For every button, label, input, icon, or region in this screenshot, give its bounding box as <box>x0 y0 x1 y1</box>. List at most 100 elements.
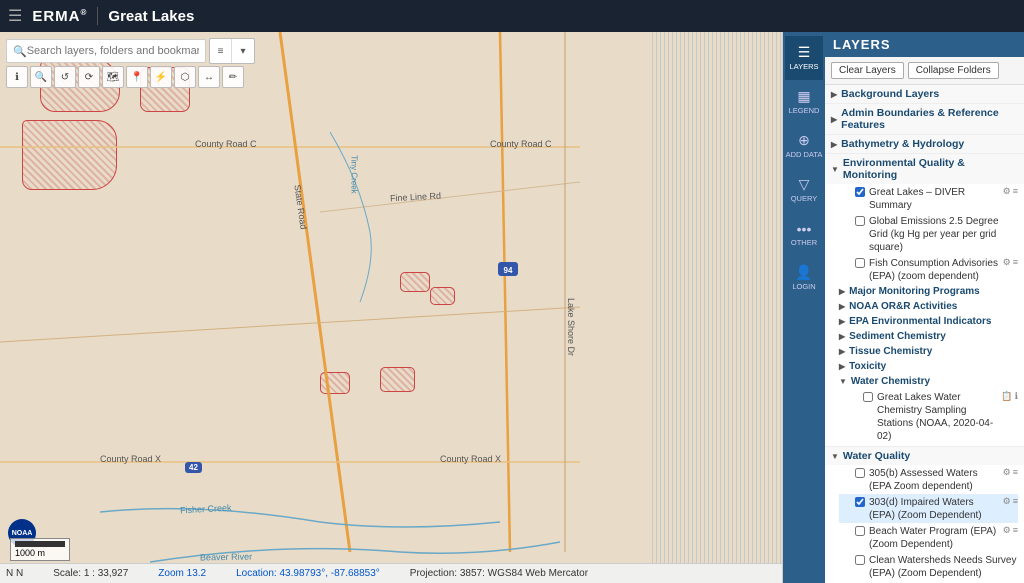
beaver-river-label: Beaver River <box>200 552 252 563</box>
right-panel: ☰ LAYERS ▦ LEGEND ⊕ ADD DATA ▽ QUERY •••… <box>782 32 1024 583</box>
county-road-c2-label: County Road C <box>490 139 552 149</box>
layer-item-diver: Great Lakes – DIVER Summary ⚙ ≡ <box>839 184 1018 213</box>
layer-group-water-quality: ▼ Water Quality 305(b) Assessed Waters (… <box>825 447 1024 583</box>
info-icon[interactable]: ℹ <box>1015 391 1018 403</box>
legend-icon[interactable]: ≡ <box>1013 257 1018 269</box>
scale-status: Scale: 1 : 33,927 <box>53 568 128 579</box>
legend-icon: ▦ <box>797 88 810 105</box>
chevron-right-icon: ▶ <box>839 302 845 311</box>
layer-item-clean-watersheds: Clean Watersheds Needs Survey (EPA) (Zoo… <box>839 552 1018 581</box>
diver-checkbox[interactable] <box>855 187 865 197</box>
layer-item-fish-consump-adv: Fish Consumption Advisories (EPA) (zoom … <box>839 255 1018 284</box>
copy-icon[interactable]: 📋 <box>1001 391 1012 403</box>
chevron-right-icon: ▶ <box>839 332 845 341</box>
search-input[interactable] <box>27 45 199 57</box>
lightning-btn[interactable]: ⚡ <box>150 66 172 88</box>
fish-consump-adv-checkbox[interactable] <box>855 258 865 268</box>
chevron-right-icon: ▶ <box>839 287 845 296</box>
chevron-down-icon: ▼ <box>831 165 839 174</box>
clear-layers-button[interactable]: Clear Layers <box>831 62 904 79</box>
map-canvas[interactable]: 94 County Road C State Road Fine Line Rd… <box>0 32 782 583</box>
layer-btn-group: ≡ ▾ <box>209 38 255 64</box>
info-btn[interactable]: ℹ <box>6 66 28 88</box>
tiny-creek-label: Tiny Creek <box>350 155 359 193</box>
top-toolbar: 🔍 ≡ ▾ <box>6 38 255 64</box>
toxicity-header[interactable]: ▶ Toxicity <box>839 359 1018 374</box>
sidebar-item-login[interactable]: 👤 LOGIN <box>785 256 823 300</box>
legend-icon[interactable]: ≡ <box>1013 467 1018 479</box>
settings-icon[interactable]: ⚙ <box>1003 257 1011 269</box>
layer-group-water-quality-header[interactable]: ▼ Water Quality <box>825 447 1024 465</box>
dropdown-btn[interactable]: ▾ <box>232 39 254 63</box>
layers-panel: LAYERS Clear Layers Collapse Folders ▶ B… <box>825 32 1024 583</box>
epa-env-header[interactable]: ▶ EPA Environmental Indicators <box>839 314 1018 329</box>
layer-group-environmental-header[interactable]: ▼ Environmental Quality & Monitoring <box>825 154 1024 184</box>
map-region-2 <box>22 120 117 190</box>
scale-bar: 1000 m <box>10 538 70 561</box>
legend-icon[interactable]: ≡ <box>1013 496 1018 508</box>
edit-btn[interactable]: ✏ <box>222 66 244 88</box>
legend-icon[interactable]: ≡ <box>1013 186 1018 198</box>
sidebar-item-layers[interactable]: ☰ LAYERS <box>785 36 823 80</box>
map-btn[interactable]: 🗺 <box>102 66 124 88</box>
layer-item-303d: 303(d) Impaired Waters (EPA) (Zoom Depen… <box>839 494 1018 523</box>
beach-water-checkbox[interactable] <box>855 526 865 536</box>
layer-item-water-chem: Great Lakes Water Chemistry Sampling Sta… <box>839 389 1018 444</box>
refresh-btn[interactable]: ↺ <box>54 66 76 88</box>
map-region-5 <box>430 287 455 305</box>
county-road-x2-label: County Road X <box>440 454 501 464</box>
layer-item-beach-water: Beach Water Program (EPA) (Zoom Dependen… <box>839 523 1018 552</box>
layer-group-background-header[interactable]: ▶ Background Layers <box>825 85 1024 103</box>
tissue-header[interactable]: ▶ Tissue Chemistry <box>839 344 1018 359</box>
noaa-orr-header[interactable]: ▶ NOAA OR&R Activities <box>839 299 1018 314</box>
legend-icon[interactable]: ≡ <box>1013 525 1018 537</box>
305b-checkbox[interactable] <box>855 468 865 478</box>
water-chem-checkbox[interactable] <box>863 392 873 402</box>
chevron-right-icon: ▶ <box>839 317 845 326</box>
layer-group-admin-header[interactable]: ▶ Admin Boundaries & Reference Features <box>825 104 1024 134</box>
chevron-right-icon: ▶ <box>831 90 837 99</box>
sidebar-item-query[interactable]: ▽ QUERY <box>785 168 823 212</box>
fisher-creek-label: Fisher Creek <box>180 503 232 516</box>
settings-icon[interactable]: ⚙ <box>1003 496 1011 508</box>
sidebar-item-legend[interactable]: ▦ LEGEND <box>785 80 823 124</box>
search-btn[interactable]: 🔍 <box>30 66 52 88</box>
layers-content[interactable]: ▶ Background Layers ▶ Admin Boundaries &… <box>825 85 1024 583</box>
settings-icon[interactable]: ⚙ <box>1003 186 1011 198</box>
pin-btn[interactable]: 📍 <box>126 66 148 88</box>
chevron-right-icon: ▶ <box>839 362 845 371</box>
layer-group-bathymetry-header[interactable]: ▶ Bathymetry & Hydrology <box>825 135 1024 153</box>
layer-group-environmental: ▼ Environmental Quality & Monitoring Gre… <box>825 154 1024 447</box>
map-region-6 <box>380 367 415 392</box>
collapse-folders-button[interactable]: Collapse Folders <box>908 62 999 79</box>
search-box[interactable]: 🔍 <box>6 39 206 63</box>
erma-logo: ERMA® <box>32 8 87 25</box>
map-container[interactable]: 94 County Road C State Road Fine Line Rd… <box>0 32 782 583</box>
toolbar-row2: ℹ 🔍 ↺ ⟳ 🗺 📍 ⚡ ⬡ ↔ ✏ <box>6 66 244 88</box>
303d-checkbox[interactable] <box>855 497 865 507</box>
location-status: Location: 43.98793°, -87.68853° <box>236 568 380 579</box>
settings-icon[interactable]: ⚙ <box>1003 467 1011 479</box>
menu-toggle-icon[interactable]: ☰ <box>8 6 22 26</box>
settings-icon[interactable]: ⚙ <box>1003 525 1011 537</box>
main-layout: 94 County Road C State Road Fine Line Rd… <box>0 32 1024 583</box>
arrow-btn[interactable]: ↔ <box>198 66 220 88</box>
layers-panel-header: LAYERS <box>825 32 1024 57</box>
sidebar-item-add-data[interactable]: ⊕ ADD DATA <box>785 124 823 168</box>
sediment-header[interactable]: ▶ Sediment Chemistry <box>839 329 1018 344</box>
global-emissions-checkbox[interactable] <box>855 216 865 226</box>
major-monitoring-header[interactable]: ▶ Major Monitoring Programs <box>839 284 1018 299</box>
layer-item-305b: 305(b) Assessed Waters (EPA Zoom depende… <box>839 465 1018 494</box>
clean-watersheds-checkbox[interactable] <box>855 555 865 565</box>
query-icon: ▽ <box>799 176 810 193</box>
layer-group-background: ▶ Background Layers <box>825 85 1024 104</box>
shape-btn[interactable]: ⬡ <box>174 66 196 88</box>
water-chem-header[interactable]: ▼ Water Chemistry <box>839 374 1018 389</box>
search-icon: 🔍 <box>13 45 27 58</box>
layers-toggle-btn[interactable]: ≡ <box>210 39 232 63</box>
sidebar-item-other[interactable]: ••• OTHER <box>785 212 823 256</box>
zoom-status: Zoom 13.2 <box>158 568 206 579</box>
county-road-x-label: County Road X <box>100 454 161 464</box>
layers-icon: ☰ <box>798 44 811 61</box>
reload-btn[interactable]: ⟳ <box>78 66 100 88</box>
